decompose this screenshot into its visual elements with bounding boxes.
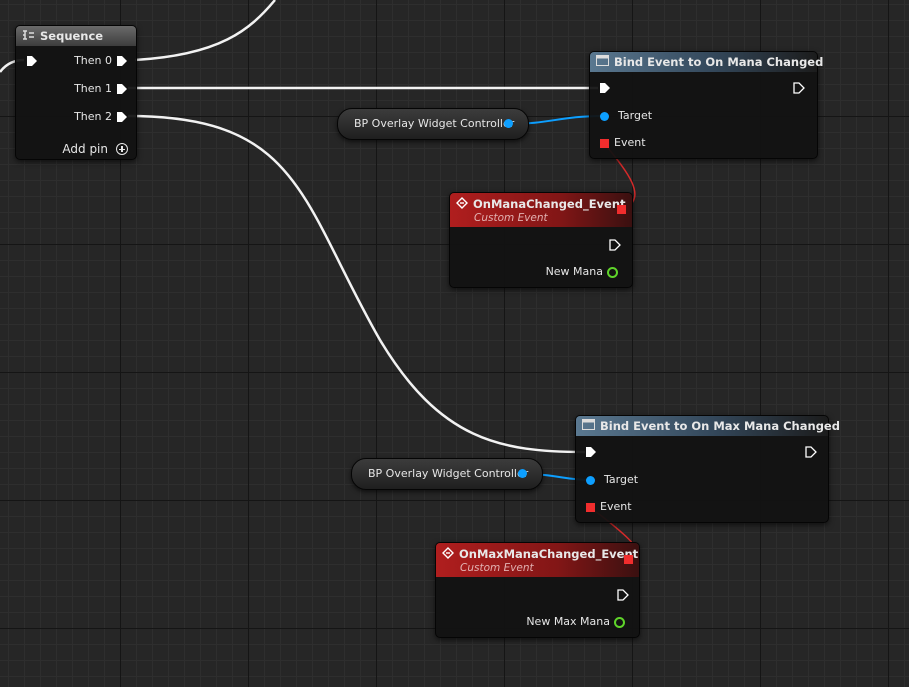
on-max-mana-changed-title: OnMaxManaChanged_Event — [459, 547, 639, 561]
sequence-node[interactable]: Sequence Then 0 Then 1 Then 2 Add pin — [15, 25, 137, 160]
bind-event-max-mana-header[interactable]: Bind Event to On Max Mana Changed — [576, 416, 840, 436]
on-mana-changed-event-node[interactable]: OnManaChanged_Event Custom Event New Man… — [449, 192, 633, 288]
bind-max-mana-exec-in-pin[interactable] — [585, 446, 597, 458]
bind-event-mana-header[interactable]: Bind Event to On Mana Changed — [590, 52, 823, 72]
on-mana-changed-title: OnManaChanged_Event — [473, 197, 626, 211]
bind-max-mana-event-pin[interactable] — [586, 503, 595, 512]
bind-mana-target-label: Target — [618, 109, 653, 122]
exec-wire-incoming-top — [134, 0, 276, 62]
overlay-widget-controller-getter-2[interactable]: BP Overlay Widget Controller — [351, 458, 543, 490]
bind-max-mana-exec-out-pin[interactable] — [805, 446, 817, 458]
on-mana-changed-event-header[interactable]: OnManaChanged_Event Custom Event — [450, 193, 632, 227]
bind-event-mana-title: Bind Event to On Mana Changed — [614, 55, 824, 69]
sequence-then1-pin[interactable] — [116, 83, 128, 95]
sequence-title: Sequence — [40, 29, 104, 43]
on-max-mana-changed-delegate-pin[interactable] — [624, 555, 633, 564]
bind-mana-exec-out-pin[interactable] — [793, 82, 805, 94]
getter-1-output-pin[interactable] — [504, 119, 513, 128]
overlay-widget-controller-getter-1[interactable]: BP Overlay Widget Controller — [337, 108, 529, 140]
on-max-mana-changed-param-label: New Max Mana — [526, 615, 610, 628]
sequence-then0-pin[interactable] — [116, 55, 128, 67]
bind-max-mana-target-label: Target — [604, 473, 639, 486]
event-icon — [442, 546, 454, 562]
bind-max-mana-event-label: Event — [600, 500, 632, 513]
bind-max-mana-target-pin[interactable] — [586, 476, 595, 485]
function-icon — [596, 55, 609, 69]
sequence-then2-label: Then 2 — [74, 110, 112, 123]
on-mana-changed-param-label: New Mana — [545, 265, 603, 278]
bind-mana-target-pin[interactable] — [600, 112, 609, 121]
on-mana-changed-subtitle: Custom Event — [474, 211, 548, 224]
getter-2-output-pin[interactable] — [518, 469, 527, 478]
bind-mana-event-label: Event — [614, 136, 646, 149]
getter-2-label: BP Overlay Widget Controller — [368, 467, 529, 480]
getter-1-label: BP Overlay Widget Controller — [354, 117, 515, 130]
on-max-mana-changed-event-header[interactable]: OnMaxManaChanged_Event Custom Event — [436, 543, 639, 577]
bind-event-max-mana-title: Bind Event to On Max Mana Changed — [600, 419, 840, 433]
sequence-then0-label: Then 0 — [74, 54, 112, 67]
bind-mana-exec-in-pin[interactable] — [599, 82, 611, 94]
add-pin-label[interactable]: Add pin — [62, 142, 108, 156]
on-mana-changed-exec-out-pin[interactable] — [609, 239, 621, 251]
bind-event-mana-node[interactable]: Bind Event to On Mana Changed Target Eve… — [589, 51, 823, 159]
sequence-icon — [22, 29, 35, 43]
sequence-node-header[interactable]: Sequence — [16, 26, 136, 46]
event-icon — [456, 196, 468, 212]
on-max-mana-changed-exec-out-pin[interactable] — [617, 589, 629, 601]
on-max-mana-changed-subtitle: Custom Event — [460, 561, 534, 574]
bind-event-max-mana-node[interactable]: Bind Event to On Max Mana Changed Target… — [575, 415, 840, 523]
new-max-mana-float-pin[interactable] — [614, 617, 625, 628]
new-mana-float-pin[interactable] — [607, 267, 618, 278]
function-icon — [582, 419, 595, 433]
sequence-then1-label: Then 1 — [74, 82, 112, 95]
sequence-exec-in-pin[interactable] — [26, 55, 38, 67]
sequence-then2-pin[interactable] — [116, 111, 128, 123]
bind-mana-event-pin[interactable] — [600, 139, 609, 148]
on-max-mana-changed-event-node[interactable]: OnMaxManaChanged_Event Custom Event New … — [435, 542, 640, 638]
on-mana-changed-delegate-pin[interactable] — [617, 205, 626, 214]
add-pin-icon[interactable] — [116, 143, 128, 155]
